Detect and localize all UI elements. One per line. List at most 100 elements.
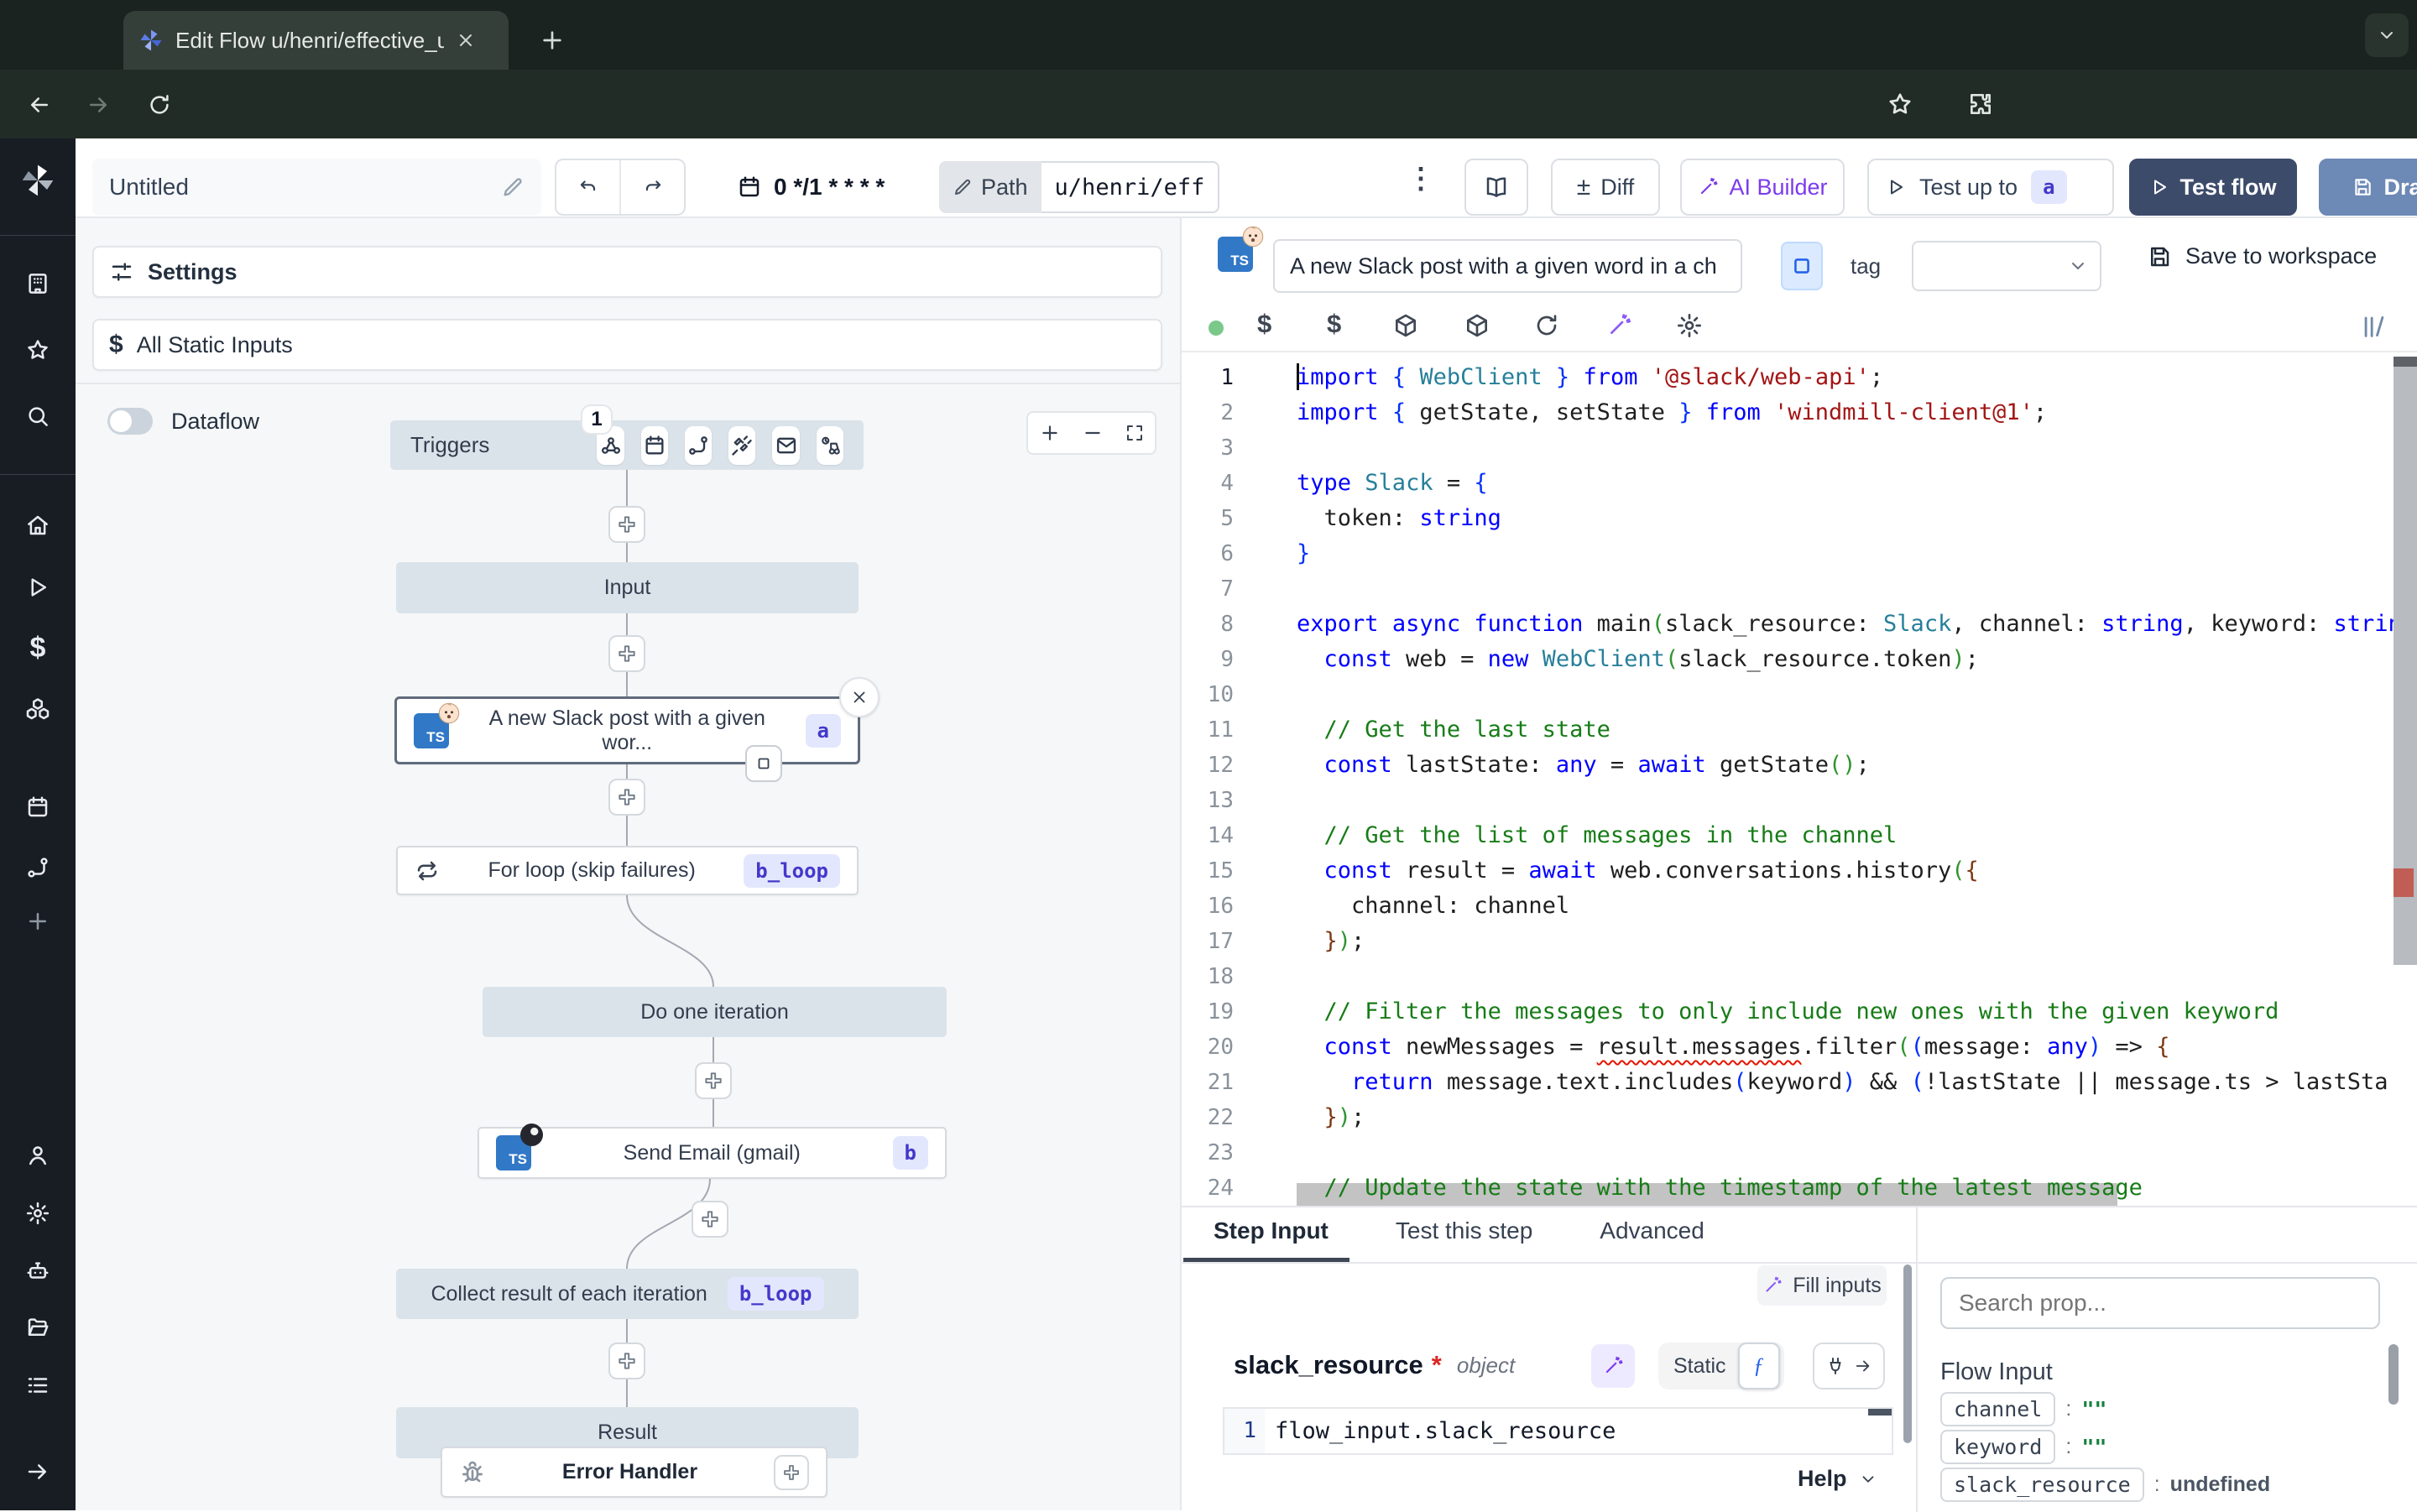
schedules-calendar-icon[interactable] bbox=[25, 795, 50, 820]
plug-icon bbox=[1825, 1356, 1845, 1376]
insert-step-button[interactable] bbox=[608, 779, 645, 816]
step-a-node[interactable]: TS A new Slack post with a given wor... … bbox=[394, 696, 860, 764]
gear-icon[interactable] bbox=[1676, 312, 1703, 339]
expr-mode-button[interactable]: ƒ bbox=[1738, 1343, 1780, 1389]
prop-key[interactable]: channel bbox=[1940, 1392, 2055, 1426]
schedule-summary[interactable]: 0 */1 * * * * bbox=[737, 159, 885, 216]
path-input[interactable]: u/henri/eff bbox=[1041, 161, 1220, 213]
step-b-node[interactable]: TS Send Email (gmail) b bbox=[478, 1127, 947, 1179]
windmill-logo[interactable] bbox=[19, 162, 56, 199]
diff-button[interactable]: ±Diff bbox=[1551, 159, 1660, 216]
prop-row[interactable]: keyword : "" bbox=[1940, 1430, 2106, 1464]
for-loop-node[interactable]: For loop (skip failures) b_loop bbox=[396, 846, 859, 895]
dollar-icon[interactable]: $ bbox=[1327, 309, 1341, 339]
insert-step-button[interactable] bbox=[608, 1343, 645, 1379]
help-toggle[interactable]: Help bbox=[1798, 1466, 1877, 1492]
pin-output-button[interactable] bbox=[745, 745, 782, 782]
test-flow-button[interactable]: Test flow bbox=[2129, 159, 2297, 216]
new-tab-icon[interactable] bbox=[539, 27, 566, 54]
prop-row[interactable]: slack_resource : undefined bbox=[1940, 1468, 2270, 1502]
line-number: 8 bbox=[1220, 607, 1234, 642]
docs-book-button[interactable] bbox=[1464, 159, 1528, 216]
workers-robot-icon[interactable] bbox=[25, 1259, 50, 1284]
favorites-star-icon[interactable] bbox=[25, 337, 50, 362]
user-icon[interactable] bbox=[25, 1143, 50, 1168]
do-one-iteration-node[interactable]: Do one iteration bbox=[483, 987, 947, 1037]
extensions-puzzle-icon[interactable] bbox=[1967, 91, 1994, 117]
reset-icon[interactable] bbox=[1533, 312, 1560, 339]
fill-inputs-button[interactable]: Fill inputs bbox=[1757, 1265, 1887, 1306]
ai-wand-icon[interactable] bbox=[1605, 312, 1632, 339]
prop-row[interactable]: channel : "" bbox=[1940, 1392, 2106, 1426]
home-icon[interactable] bbox=[25, 513, 50, 538]
baby-emoji-icon bbox=[1241, 225, 1265, 248]
step-title-input[interactable] bbox=[1273, 239, 1742, 293]
props-scrollbar-thumb[interactable] bbox=[2388, 1344, 2399, 1405]
undo-button[interactable] bbox=[556, 160, 621, 214]
email-trigger-button[interactable] bbox=[772, 426, 799, 465]
insert-step-button[interactable] bbox=[608, 506, 645, 543]
triggers-node[interactable]: Triggers 1 bbox=[390, 420, 864, 470]
package-icon[interactable] bbox=[1392, 312, 1419, 339]
poll-trigger-button[interactable] bbox=[817, 426, 843, 465]
edit-pencil-icon[interactable] bbox=[501, 175, 525, 199]
tab-search-button[interactable] bbox=[2365, 13, 2409, 57]
redo-button[interactable] bbox=[621, 160, 684, 214]
insert-step-button[interactable] bbox=[692, 1201, 728, 1238]
audit-logs-icon[interactable] bbox=[25, 1373, 50, 1398]
search-icon[interactable] bbox=[25, 404, 50, 429]
error-handler-node[interactable]: Error Handler bbox=[441, 1447, 827, 1498]
cache-checkbox-button[interactable] bbox=[1781, 242, 1823, 290]
ai-builder-button[interactable]: AI Builder bbox=[1680, 159, 1845, 216]
routes-icon[interactable] bbox=[25, 855, 50, 880]
flow-name-field[interactable]: Untitled bbox=[92, 159, 541, 216]
tab-close-icon[interactable] bbox=[456, 30, 476, 50]
reload-icon[interactable] bbox=[147, 92, 172, 117]
tab-advanced[interactable]: Advanced bbox=[1600, 1217, 1704, 1244]
bookmark-star-icon[interactable] bbox=[1887, 91, 1913, 117]
save-to-workspace-button[interactable]: Save to workspace bbox=[2147, 243, 2377, 269]
library-icon[interactable] bbox=[2360, 312, 2388, 341]
prop-key[interactable]: slack_resource bbox=[1940, 1468, 2144, 1502]
browser-tab[interactable]: Edit Flow u/henri/effective_un bbox=[123, 11, 509, 70]
path-chip[interactable]: Path bbox=[939, 161, 1041, 213]
schedule-trigger-button[interactable] bbox=[641, 426, 668, 465]
add-plus-icon[interactable] bbox=[25, 909, 50, 934]
variables-dollar-icon[interactable]: $ bbox=[25, 632, 50, 665]
insert-step-button[interactable] bbox=[695, 1062, 732, 1099]
settings-gear-icon[interactable] bbox=[25, 1201, 50, 1226]
draft-button[interactable]: Draft bbox=[2319, 159, 2417, 216]
form-scrollbar-thumb[interactable] bbox=[1903, 1264, 1912, 1443]
ai-suggest-button[interactable] bbox=[1591, 1344, 1635, 1388]
runs-play-icon[interactable] bbox=[25, 575, 50, 600]
step-badge: a bbox=[2031, 170, 2066, 204]
static-expr-toggle[interactable]: Static ƒ bbox=[1658, 1343, 1784, 1389]
route-trigger-button[interactable] bbox=[685, 426, 712, 465]
tag-select[interactable] bbox=[1912, 241, 2101, 291]
connect-input-button[interactable] bbox=[1813, 1343, 1885, 1389]
dollar-icon[interactable]: $ bbox=[1257, 309, 1271, 339]
insert-step-button[interactable] bbox=[608, 635, 645, 672]
back-icon[interactable] bbox=[27, 92, 52, 117]
expression-editor[interactable]: 1 flow_input.slack_resource bbox=[1223, 1407, 1893, 1455]
collapse-arrow-icon[interactable] bbox=[25, 1459, 50, 1484]
search-prop-input[interactable] bbox=[1940, 1277, 2380, 1329]
package-icon[interactable] bbox=[1464, 312, 1490, 339]
collect-result-node[interactable]: Collect result of each iteration b_loop bbox=[396, 1269, 859, 1319]
folders-icon[interactable] bbox=[25, 1315, 50, 1340]
tab-title: Edit Flow u/henri/effective_un bbox=[175, 28, 444, 54]
resources-cubes-icon[interactable] bbox=[25, 696, 50, 722]
input-node[interactable]: Input bbox=[396, 562, 859, 613]
forward-icon[interactable] bbox=[86, 92, 111, 117]
websocket-trigger-button[interactable] bbox=[728, 426, 755, 465]
more-menu-icon[interactable]: ⋮ bbox=[1407, 162, 1435, 196]
tab-step-input[interactable]: Step Input bbox=[1214, 1217, 1329, 1244]
prop-value: "" bbox=[2081, 1397, 2106, 1421]
prop-key[interactable]: keyword bbox=[1940, 1430, 2055, 1464]
test-up-to-button[interactable]: Test up to a bbox=[1867, 159, 2114, 216]
tab-test-this-step[interactable]: Test this step bbox=[1396, 1217, 1532, 1244]
workspace-icon[interactable] bbox=[25, 271, 50, 296]
add-error-handler-button[interactable] bbox=[774, 1455, 809, 1490]
delete-step-button[interactable] bbox=[839, 677, 880, 717]
code-editor[interactable]: 123456789101112131415161718192021222324 … bbox=[1182, 357, 2417, 1206]
